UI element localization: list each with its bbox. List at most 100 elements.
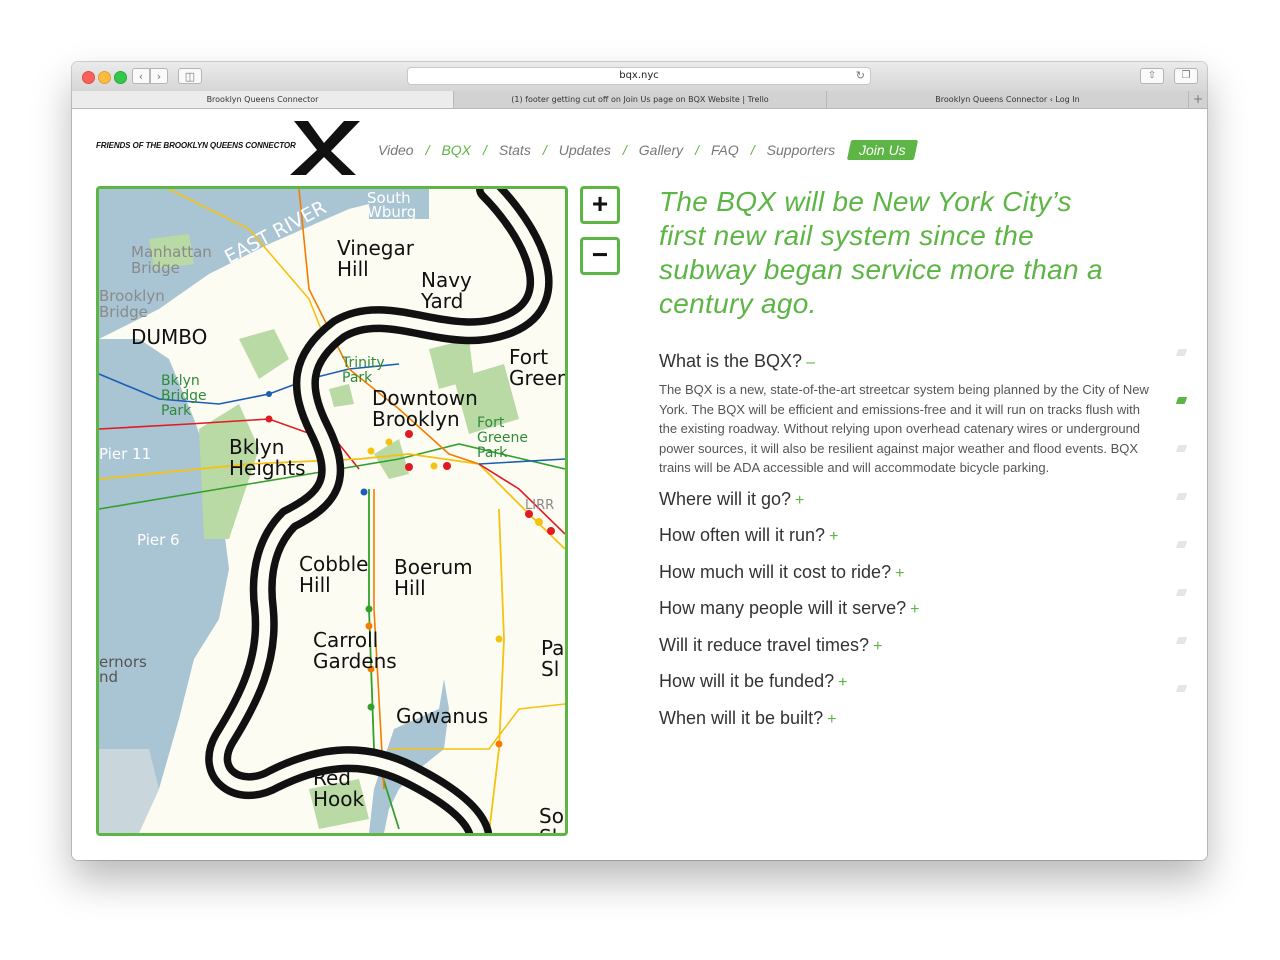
nav-separator: / (622, 142, 627, 158)
tab-bqx[interactable]: Brooklyn Queens Connector (72, 91, 454, 108)
zoom-window-button[interactable] (114, 71, 127, 84)
park-area (329, 384, 354, 407)
collapse-icon[interactable]: – (806, 354, 815, 371)
svg-text:TrinityPark: Trinity Park (341, 355, 385, 386)
faq-question-travel-times[interactable]: Will it reduce travel times? + (659, 630, 1149, 667)
nav-separator: / (695, 142, 700, 158)
share-button[interactable]: ⇧ (1140, 68, 1164, 84)
minimize-window-button[interactable] (98, 71, 111, 84)
faq-question-built[interactable]: When will it be built? + (659, 703, 1149, 740)
faq-question-what-is[interactable]: What is the BQX? – (659, 348, 1149, 376)
faq-question-how-often[interactable]: How often will it run? + (659, 520, 1149, 557)
expand-icon[interactable]: + (895, 565, 904, 582)
svg-text:BklynHeights: Bklyn Heights (229, 435, 306, 480)
tab-label: (1) footer getting cut off on Join Us pa… (511, 95, 769, 104)
nav-separator: / (750, 142, 755, 158)
bqx-route-inner (212, 189, 545, 833)
close-window-button[interactable] (82, 71, 95, 84)
minus-icon: − (591, 239, 609, 270)
map-label-pier-11: Pier 11 (99, 445, 151, 463)
show-tabs-button[interactable]: ❐ (1174, 68, 1198, 84)
nav-bqx[interactable]: BQX (441, 142, 471, 158)
plus-icon: + (591, 188, 609, 219)
sidebar-button[interactable]: ◫ (178, 68, 202, 84)
expand-icon[interactable]: + (910, 601, 919, 618)
svg-text:PaSl: Pa Sl (541, 636, 564, 681)
bqx-logo-x[interactable] (286, 119, 362, 177)
back-button[interactable]: ‹ (132, 68, 150, 84)
tab-login[interactable]: Brooklyn Queens Connector ‹ Log In (827, 91, 1189, 108)
page-content: FRIENDS OF THE BROOKLYN QUEENS CONNECTOR… (72, 109, 1207, 860)
chevron-right-icon: › (156, 70, 162, 83)
section-dot[interactable] (1175, 493, 1188, 500)
map-label-gowanus: Gowanus (396, 704, 488, 728)
expand-icon[interactable]: + (838, 674, 847, 691)
faq-question-where[interactable]: Where will it go? + (659, 484, 1149, 521)
faq-question-text: How much will it cost to ride? (659, 561, 892, 582)
faq-question-text: How will it be funded? (659, 671, 835, 691)
map-label-lirr: LIRR (525, 498, 554, 513)
route-map[interactable]: South Wburg EAST RIVER Manhattan Bridge Vi… (96, 186, 568, 836)
faq-question-cost[interactable]: How much will it cost to ride? + (659, 557, 1149, 594)
share-icon: ⇧ (1147, 70, 1157, 81)
faq-list: What is the BQX? – The BQX is a new, stat… (659, 348, 1149, 739)
join-us-button[interactable]: Join Us (847, 140, 918, 160)
nav-separator: / (483, 142, 487, 158)
map-canvas[interactable]: South Wburg EAST RIVER Manhattan Bridge Vi… (99, 189, 565, 833)
nav-separator: / (425, 142, 430, 158)
nav-faq[interactable]: FAQ (711, 142, 739, 158)
subway-line-r (488, 508, 505, 833)
nav-video[interactable]: Video (378, 142, 414, 158)
title-bar: ‹ › ◫ bqx.nyc ↻ ⇧ ❐ (72, 62, 1207, 92)
section-dot[interactable] (1175, 541, 1188, 548)
nav-separator: / (542, 142, 547, 158)
nav-stats[interactable]: Stats (499, 142, 531, 158)
expand-icon[interactable]: + (827, 711, 836, 728)
new-tab-button[interactable]: + (1189, 91, 1207, 108)
tab-trello[interactable]: (1) footer getting cut off on Join Us pa… (454, 91, 827, 108)
browser-window: ‹ › ◫ bqx.nyc ↻ ⇧ ❐ Brooklyn Queens Conn… (72, 62, 1207, 860)
park-area (374, 439, 409, 479)
page-headline: The BQX will be New York City’s first ne… (659, 186, 1103, 319)
url-text: bqx.nyc (619, 70, 659, 81)
plus-icon: + (1192, 92, 1204, 106)
section-dot[interactable] (1175, 589, 1188, 596)
join-us-label: Join Us (859, 142, 906, 158)
tabs-icon: ❐ (1181, 70, 1191, 81)
svg-text:NavyYard: Navy Yard (420, 268, 472, 313)
nav-gallery[interactable]: Gallery (639, 142, 683, 158)
expand-icon[interactable]: + (795, 492, 804, 509)
address-bar[interactable]: bqx.nyc ↻ (407, 67, 871, 85)
section-dot[interactable] (1175, 349, 1188, 356)
faq-question-funded[interactable]: How will it be funded? + (659, 666, 1149, 703)
map-label-pier-6: Pier 6 (137, 531, 180, 549)
section-dot-active[interactable] (1175, 397, 1188, 404)
governors-island-water (99, 749, 159, 833)
zoom-in-button[interactable]: + (580, 186, 620, 224)
faq-question-text: What is the BQX? (659, 351, 803, 371)
bqx-route-outer (205, 189, 553, 833)
svg-text:BoerumHill: Boerum Hill (394, 555, 473, 600)
faq-question-text: When will it be built? (659, 707, 824, 728)
tab-label: Brooklyn Queens Connector ‹ Log In (935, 95, 1080, 104)
svg-text:FortGreen: Fort Green (509, 345, 565, 390)
faq-question-text: Will it reduce travel times? (659, 634, 870, 655)
faq-question-text: Where will it go? (659, 488, 792, 509)
sidebar-icon: ◫ (184, 70, 196, 83)
site-brand[interactable]: FRIENDS OF THE BROOKLYN QUEENS CONNECTOR (96, 141, 296, 150)
main-nav: Video / BQX / Stats / Updates / Gallery … (378, 138, 918, 162)
zoom-out-button[interactable]: − (580, 237, 620, 275)
faq-answer: The BQX is a new, state-of-the-art stree… (659, 382, 1149, 475)
nav-supporters[interactable]: Supporters (767, 142, 835, 158)
reload-icon[interactable]: ↻ (856, 68, 865, 84)
nav-updates[interactable]: Updates (559, 142, 611, 158)
section-dot[interactable] (1175, 637, 1188, 644)
expand-icon[interactable]: + (829, 528, 838, 545)
faq-question-serve[interactable]: How many people will it serve? + (659, 593, 1149, 630)
tab-bar: Brooklyn Queens Connector (1) footer get… (72, 91, 1207, 109)
section-dot[interactable] (1175, 685, 1188, 692)
expand-icon[interactable]: + (873, 638, 882, 655)
svg-text:CarrollGardens: Carroll Gardens (313, 628, 397, 673)
forward-button[interactable]: › (150, 68, 168, 84)
section-dot[interactable] (1175, 445, 1188, 452)
